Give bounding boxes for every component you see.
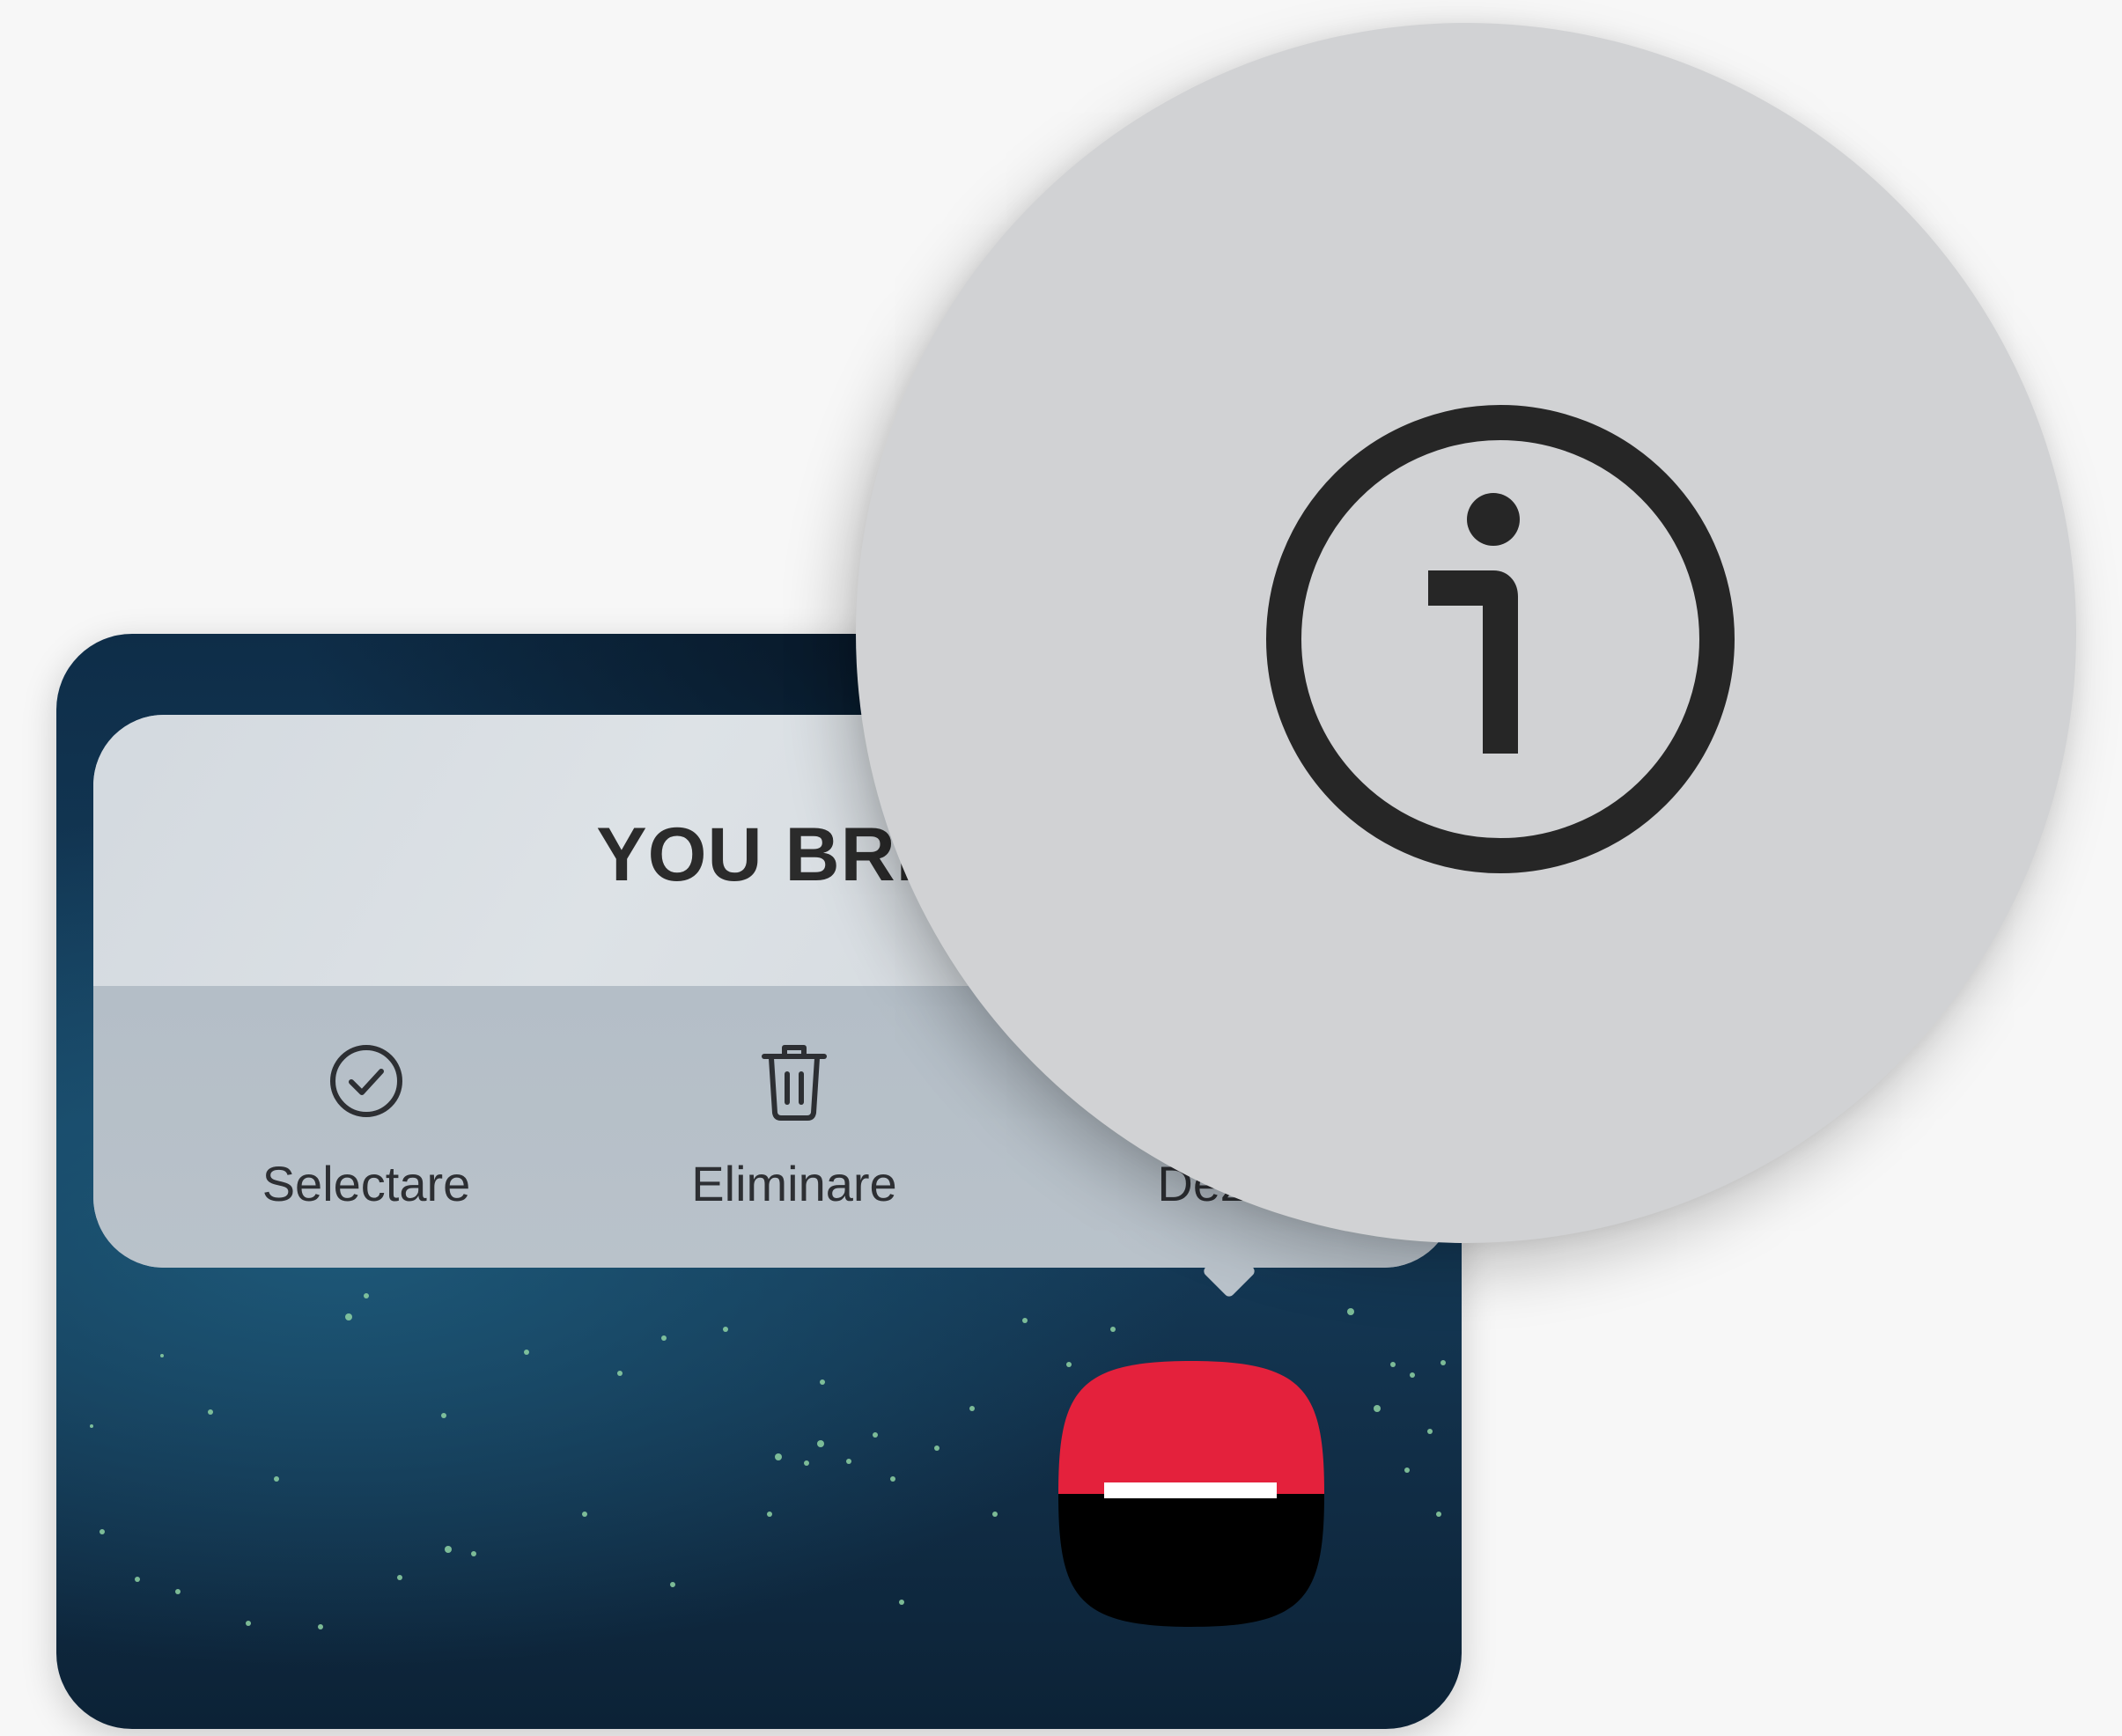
check-circle-icon (330, 1045, 402, 1117)
delete-button[interactable]: Eliminare (609, 986, 979, 1268)
delete-label: Eliminare (691, 1156, 897, 1211)
brd-app-icon[interactable] (1053, 1356, 1330, 1632)
trash-icon (762, 1045, 827, 1121)
stage: YOU BRD Selectare Eliminare (0, 0, 2122, 1736)
select-button[interactable]: Selectare (181, 986, 551, 1268)
magnifier-zoom (856, 23, 2076, 1243)
select-label: Selectare (262, 1156, 471, 1211)
info-icon[interactable] (1263, 401, 1738, 877)
